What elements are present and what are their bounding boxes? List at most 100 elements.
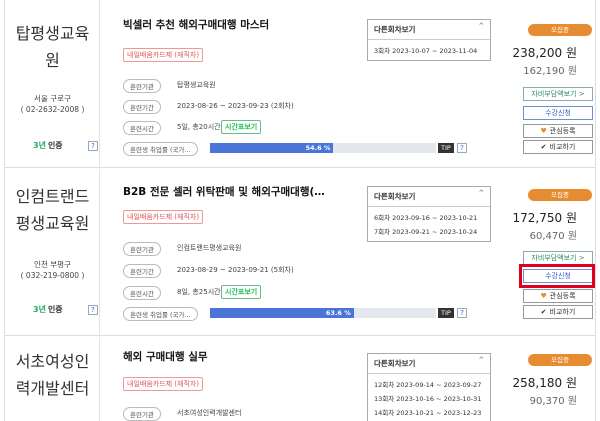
period-value: 2023-08-29 ~ 2023-09-21 (5회차) bbox=[177, 266, 294, 274]
cert-label: 인증 bbox=[47, 305, 63, 314]
self-pay-amount: 162,190 원 bbox=[523, 66, 577, 77]
course-title[interactable]: 빅셀러 추천 해외구매대행 마스터 bbox=[123, 17, 269, 32]
interest-button[interactable]: ♥ 관심등록 bbox=[523, 289, 593, 303]
org-label: 훈련기관 bbox=[123, 407, 161, 421]
course-row: 서초여성인 력개발센터 해외 구매대행 실무 내일배움카드제 (재직자) 훈련기… bbox=[5, 337, 595, 421]
compare-label: 비교하기 bbox=[549, 308, 576, 316]
institution-name-line: 원 bbox=[45, 51, 60, 70]
card-type-badge: 내일배움카드제 (재직자) bbox=[123, 48, 204, 62]
period-label: 훈련기간 bbox=[123, 264, 161, 278]
card-type-badge: 내일배움카드제 (재직자) bbox=[123, 210, 204, 224]
cert-label: 인증 bbox=[47, 141, 63, 150]
session-item[interactable]: 13회차 2023-10-16 ~ 2023-10-31 bbox=[368, 391, 490, 405]
compare-button[interactable]: ✔ 비교하기 bbox=[523, 305, 593, 319]
employment-rate: 63.6 % bbox=[210, 308, 354, 318]
self-pay-amount: 60,470 원 bbox=[529, 231, 577, 242]
org-value: 탑평생교육원 bbox=[177, 81, 216, 89]
help-icon[interactable]: ? bbox=[457, 308, 467, 318]
period-value: 2023-08-26 ~ 2023-09-23 (2회차) bbox=[177, 102, 294, 110]
location-line: ( 02-2632-2008 ) bbox=[20, 105, 85, 114]
recruiting-badge: 모집중 bbox=[528, 24, 592, 36]
location-line: ( 032-219-0800 ) bbox=[20, 271, 85, 280]
session-dropdown[interactable]: 다른회차보기 ⌃ 3회차 2023-10-07 ~ 2023-11-04 bbox=[367, 19, 491, 61]
session-item[interactable]: 12회차 2023-09-14 ~ 2023-09-27 bbox=[368, 377, 490, 391]
org-label: 훈련기관 bbox=[123, 79, 161, 93]
tip-badge: TIP bbox=[438, 143, 454, 153]
apply-button[interactable]: 수강신청 bbox=[523, 106, 593, 120]
institution-column: 인컴트랜드 평생교육원 인천 부평구 ( 032-219-0800 ) 3년 인증… bbox=[5, 169, 100, 335]
course-price: 172,750 원 bbox=[512, 211, 577, 225]
session-dropdown[interactable]: 다른회차보기 ⌃ 6회차 2023-09-16 ~ 2023-10-21 7회차… bbox=[367, 186, 491, 242]
institution-name-line: 서초여성인 bbox=[15, 352, 90, 371]
card-type-badge: 내일배움카드제 (재직자) bbox=[123, 377, 204, 391]
certification-badge: 3년 인증 bbox=[33, 140, 63, 151]
course-title[interactable]: 해외 구매대행 실무 bbox=[123, 349, 208, 364]
session-item[interactable]: 6회차 2023-09-16 ~ 2023-10-21 bbox=[368, 210, 490, 224]
course-list: 탑평생교육 원 서울 구로구 ( 02-2632-2008 ) 3년 인증 ? 빅… bbox=[4, 0, 596, 421]
help-icon[interactable]: ? bbox=[88, 141, 98, 151]
timetable-button[interactable]: 시간표보기 bbox=[221, 120, 262, 134]
employment-label: 훈련생 취업률 (국가... bbox=[123, 142, 198, 156]
employment-progress-bar: 63.6 % bbox=[210, 308, 436, 318]
compare-button[interactable]: ✔ 비교하기 bbox=[523, 140, 593, 154]
help-icon[interactable]: ? bbox=[457, 143, 467, 153]
hours-value: 8일, 총25시간 bbox=[177, 288, 221, 296]
recruiting-badge: 모집중 bbox=[528, 354, 592, 366]
institution-name[interactable]: 탑평생교육 원 bbox=[9, 20, 96, 74]
session-dropdown[interactable]: 다른회차보기 ⌃ 12회차 2023-09-14 ~ 2023-09-27 13… bbox=[367, 353, 491, 421]
org-label: 훈련기관 bbox=[123, 242, 161, 256]
interest-label: 관심등록 bbox=[549, 127, 576, 135]
interest-button[interactable]: ♥ 관심등록 bbox=[523, 124, 593, 138]
course-price: 238,200 원 bbox=[512, 46, 577, 60]
self-pay-button[interactable]: 자비부담액보기 > bbox=[523, 87, 593, 101]
session-dropdown-header[interactable]: 다른회차보기 ⌃ bbox=[368, 20, 490, 40]
tip-badge: TIP bbox=[438, 308, 454, 318]
hours-label: 훈련시간 bbox=[123, 286, 161, 300]
employment-rate: 54.6 % bbox=[210, 143, 334, 153]
hours-label: 훈련시간 bbox=[123, 121, 161, 135]
session-header-label: 다른회차보기 bbox=[374, 192, 416, 201]
course-price: 258,180 원 bbox=[512, 376, 577, 390]
location-line: 서울 구로구 bbox=[34, 94, 71, 103]
session-dropdown-header[interactable]: 다른회차보기 ⌃ bbox=[368, 187, 490, 207]
session-item[interactable]: 7회차 2023-09-21 ~ 2023-10-24 bbox=[368, 224, 490, 238]
institution-name[interactable]: 인컴트랜드 평생교육원 bbox=[9, 183, 96, 237]
course-title[interactable]: B2B 전문 셀러 위탁판매 및 해외구매대행(… bbox=[123, 184, 325, 199]
period-label: 훈련기간 bbox=[123, 100, 161, 114]
cert-icon: 3년 bbox=[33, 305, 46, 314]
session-item[interactable]: 14회차 2023-10-21 ~ 2023-12-23 bbox=[368, 405, 490, 419]
heart-icon: ♥ bbox=[540, 292, 547, 300]
self-pay-button[interactable]: 자비부담액보기 > bbox=[523, 251, 593, 265]
chevron-up-icon: ⌃ bbox=[477, 356, 485, 366]
help-icon[interactable]: ? bbox=[88, 305, 98, 315]
self-pay-amount: 90,370 원 bbox=[529, 396, 577, 407]
institution-name-line: 력개발센터 bbox=[15, 379, 90, 398]
session-item[interactable]: 3회차 2023-10-07 ~ 2023-11-04 bbox=[368, 43, 490, 57]
institution-location: 인천 부평구 ( 032-219-0800 ) bbox=[9, 259, 96, 281]
employment-label: 훈련생 취업률 (국가... bbox=[123, 307, 198, 321]
check-icon: ✔ bbox=[540, 143, 547, 151]
org-value: 인컴트랜드평생교육원 bbox=[177, 244, 242, 252]
recruiting-badge: 모집중 bbox=[528, 189, 592, 201]
session-header-label: 다른회차보기 bbox=[374, 359, 416, 368]
institution-location: 서울 구로구 ( 02-2632-2008 ) bbox=[9, 93, 96, 115]
institution-name-line: 인컴트랜드 bbox=[15, 187, 90, 206]
institution-column: 서초여성인 력개발센터 bbox=[5, 337, 100, 421]
institution-name-line: 탑평생교육 bbox=[15, 24, 90, 43]
location-line: 인천 부평구 bbox=[34, 260, 71, 269]
compare-label: 비교하기 bbox=[549, 143, 576, 151]
institution-name[interactable]: 서초여성인 력개발센터 bbox=[9, 348, 96, 402]
interest-label: 관심등록 bbox=[549, 292, 576, 300]
institution-name-line: 평생교육원 bbox=[15, 214, 90, 233]
session-header-label: 다른회차보기 bbox=[374, 25, 416, 34]
chevron-up-icon: ⌃ bbox=[477, 22, 485, 32]
org-value: 서초여성인력개발센터 bbox=[177, 409, 242, 417]
course-row: 인컴트랜드 평생교육원 인천 부평구 ( 032-219-0800 ) 3년 인증… bbox=[5, 169, 595, 336]
employment-progress-bar: 54.6 % bbox=[210, 143, 436, 153]
timetable-button[interactable]: 시간표보기 bbox=[221, 285, 262, 299]
certification-badge: 3년 인증 bbox=[33, 304, 63, 315]
check-icon: ✔ bbox=[540, 308, 547, 316]
hours-value: 5일, 총20시간 bbox=[177, 123, 221, 131]
cert-icon: 3년 bbox=[33, 141, 46, 150]
session-dropdown-header[interactable]: 다른회차보기 ⌃ bbox=[368, 354, 490, 374]
